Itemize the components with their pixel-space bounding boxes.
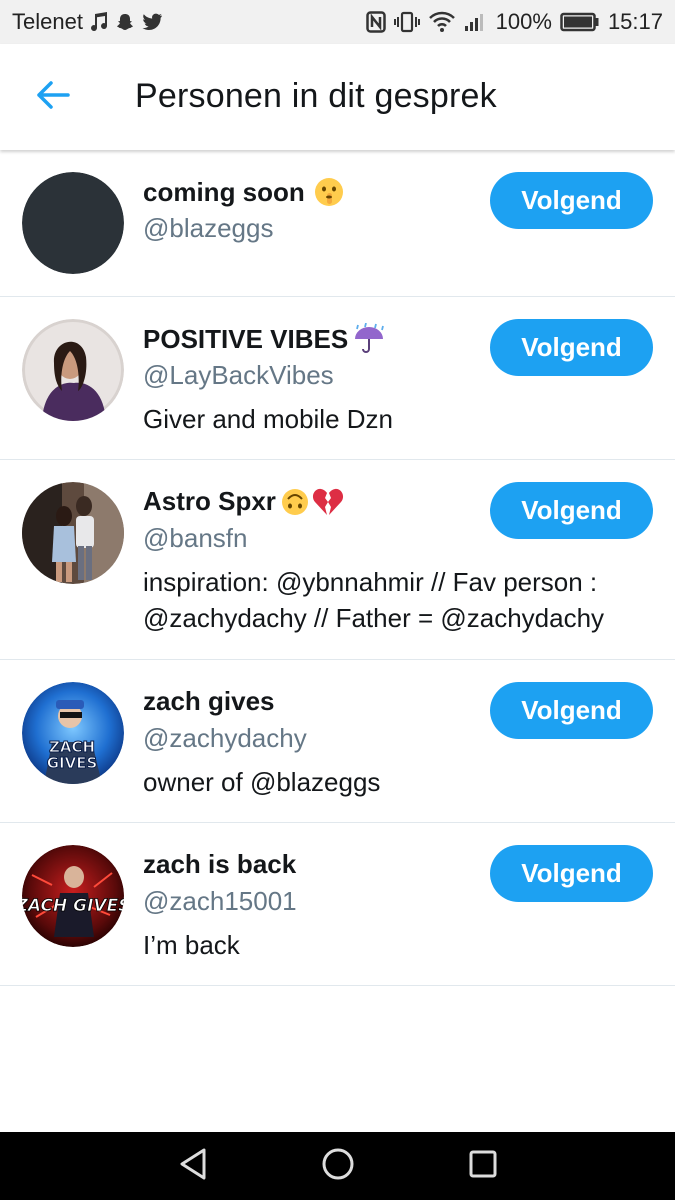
display-name: POSITIVE VIBES (143, 323, 386, 355)
nav-back-button[interactable] (163, 1136, 223, 1196)
page-title: Personen in dit gesprek (135, 77, 497, 115)
display-name-text: zach gives (143, 686, 275, 716)
person-row[interactable]: coming soon @blazeggs Volgend (0, 150, 675, 297)
twitter-icon (141, 13, 163, 31)
avatar[interactable] (22, 319, 124, 421)
nav-recents-button[interactable] (453, 1136, 513, 1196)
handle: @zachydachy (143, 723, 307, 753)
follow-button[interactable]: Volgend (490, 172, 653, 229)
handle: @blazeggs (143, 213, 274, 243)
follow-button[interactable]: Volgend (490, 845, 653, 902)
status-right: 100% 15:17 (365, 9, 663, 35)
avatar[interactable]: ZACH GIVES (22, 682, 124, 784)
arrow-left-icon (36, 80, 70, 115)
avatar[interactable] (22, 172, 124, 274)
status-left: Telenet (12, 9, 163, 35)
battery-icon (560, 12, 600, 32)
nfc-icon (365, 11, 386, 33)
display-name: coming soon (143, 176, 345, 208)
app-bar: Personen in dit gesprek (0, 44, 675, 150)
recents-square-icon (468, 1149, 498, 1184)
display-name-text: coming soon (143, 176, 305, 207)
vibrate-icon (393, 11, 420, 33)
handle: @LayBackVibes (143, 360, 334, 390)
display-name: zach gives (143, 686, 275, 717)
bio: Giver and mobile Dzn (143, 404, 393, 434)
snapchat-icon (115, 12, 135, 32)
display-name-text: zach is back (143, 849, 297, 879)
bio: I’m back (143, 930, 240, 960)
person-row[interactable]: POSITIVE VIBES @LayBackVibes Giver and m… (0, 297, 675, 460)
follow-button[interactable]: Volgend (490, 319, 653, 376)
display-name-text: Astro Spxr (143, 486, 276, 516)
clock: 15:17 (607, 9, 663, 34)
home-circle-icon (321, 1147, 355, 1186)
people-list: coming soon @blazeggs Volgend POSITIVE V… (0, 150, 675, 986)
person-row[interactable]: Astro Spxr @bansfn inspiration: @ybnnahm… (0, 460, 675, 660)
umbrella-rain-emoji-icon (352, 323, 386, 355)
display-name: zach is back (143, 849, 296, 880)
upside-down-face-emoji-icon (280, 487, 310, 517)
back-triangle-icon (177, 1147, 209, 1186)
status-bar: Telenet 100% 15:17 (0, 0, 675, 44)
svg-text:ZACH GIVES: ZACH GIVES (22, 896, 124, 916)
display-name: Astro Spxr (143, 486, 344, 517)
wifi-icon (428, 11, 456, 33)
person-row[interactable]: ZACH GIVES zach is back @zach15001 I’m b… (0, 823, 675, 986)
handle: @bansfn (143, 523, 248, 553)
person-row[interactable]: ZACH GIVES zach gives @zachydachy owner … (0, 660, 675, 823)
music-note-icon (89, 11, 109, 33)
display-name-text: POSITIVE VIBES (143, 323, 349, 354)
carrier-label: Telenet (12, 9, 83, 34)
broken-heart-emoji-icon (312, 487, 344, 517)
back-button[interactable] (30, 74, 76, 120)
bio: owner of @blazeggs (143, 767, 381, 797)
avatar[interactable] (22, 482, 124, 584)
follow-button[interactable]: Volgend (490, 482, 653, 539)
shushing-face-emoji-icon (313, 176, 345, 208)
follow-button[interactable]: Volgend (490, 682, 653, 739)
svg-text:GIVES: GIVES (47, 754, 98, 772)
signal-icon (464, 11, 488, 33)
avatar[interactable]: ZACH GIVES (22, 845, 124, 947)
bio: inspiration: @ybnnahmir // Fav person : … (143, 567, 605, 633)
handle: @zach15001 (143, 886, 297, 916)
battery-percent: 100% (495, 9, 552, 34)
nav-home-button[interactable] (308, 1136, 368, 1196)
system-nav-bar (0, 1132, 675, 1200)
